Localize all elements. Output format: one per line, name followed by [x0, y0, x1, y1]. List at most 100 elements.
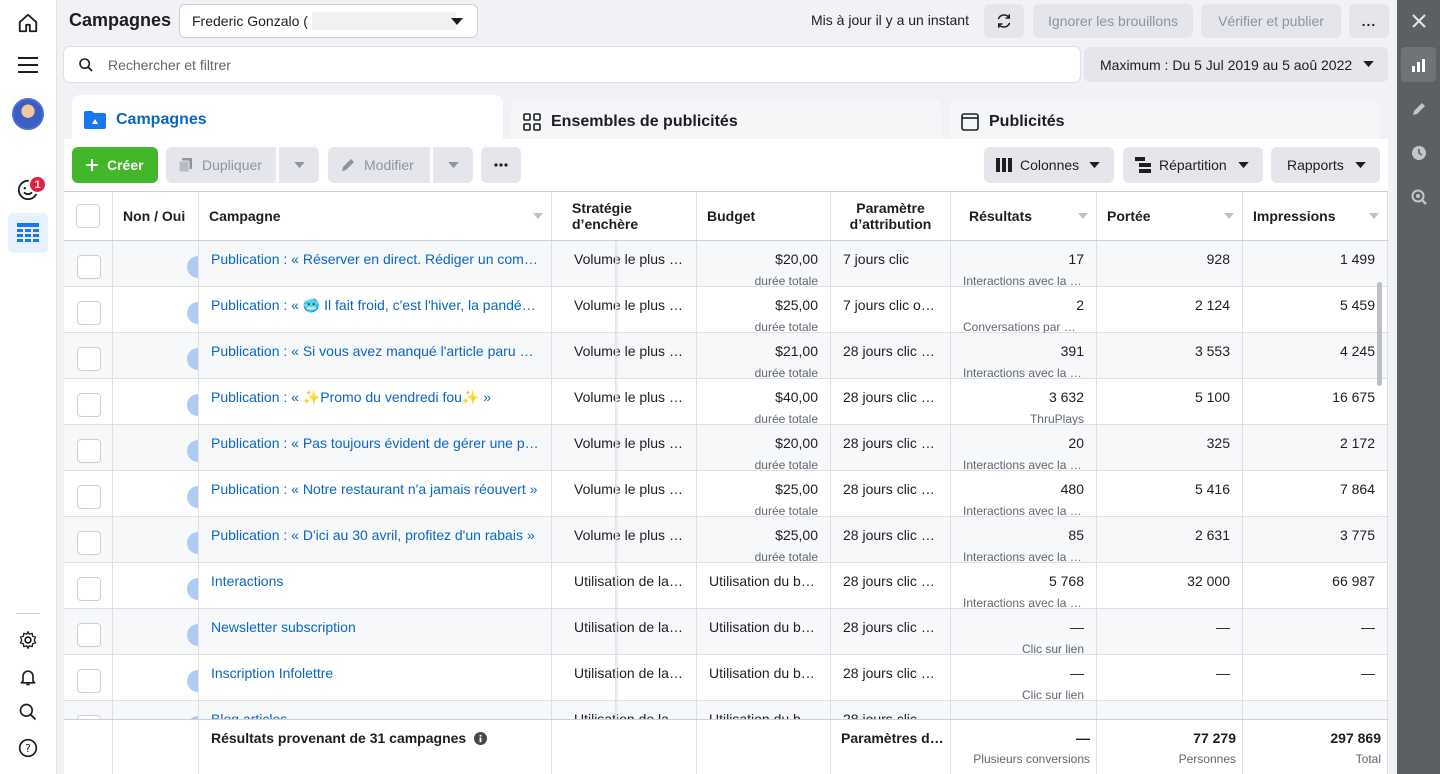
- sort-caret-icon: [1078, 213, 1088, 219]
- table-row[interactable]: Publication : « Notre restaurant n'a jam…: [64, 471, 1388, 517]
- table-scrollbar[interactable]: [1377, 282, 1382, 386]
- table-row[interactable]: Publication : « 🥶 Il fait froid, c'est l…: [64, 287, 1388, 333]
- campaign-name-link-value[interactable]: Publication : « 🥶 Il fait froid, c'est l…: [211, 297, 539, 314]
- campaign-on-off-toggle[interactable]: [187, 394, 198, 416]
- campaign-on-off-toggle[interactable]: [187, 578, 198, 600]
- review-publish-button[interactable]: Vérifier et publier: [1201, 4, 1341, 38]
- campaign-on-off-toggle[interactable]: [187, 440, 198, 462]
- search-input[interactable]: Rechercher et filtrer: [108, 57, 231, 73]
- impressions-cell: 5 459: [1243, 287, 1388, 333]
- campaign-name-link-value[interactable]: Publication : « ✨Promo du vendredi fou✨ …: [211, 389, 539, 406]
- table-row[interactable]: Publication : « Réserver en direct. Rédi…: [64, 241, 1388, 287]
- row-checkbox[interactable]: [77, 255, 101, 279]
- svg-text:?: ?: [25, 742, 31, 755]
- table-row[interactable]: Interactions Utilisation de la stratégie U…: [64, 563, 1388, 609]
- edit-dropdown-button[interactable]: [433, 147, 473, 183]
- home-icon[interactable]: [8, 3, 48, 43]
- duplicate-button[interactable]: Dupliquer: [166, 147, 276, 183]
- account-selector[interactable]: Frederic Gonzalo (: [179, 4, 478, 38]
- column-header-attribution[interactable]: Paramètre d’attribution: [831, 192, 951, 240]
- table-row[interactable]: Newsletter subscription Utilisation de la…: [64, 609, 1388, 655]
- campaign-on-off-toggle[interactable]: [187, 348, 198, 370]
- row-checkbox[interactable]: [77, 393, 101, 417]
- breakdown-icon: [1135, 157, 1151, 173]
- campaign-on-off-toggle[interactable]: [187, 624, 198, 646]
- campaign-on-off-toggle[interactable]: [187, 302, 198, 324]
- campaign-on-off-toggle[interactable]: [187, 486, 198, 508]
- column-header-results-label: Résultats: [969, 208, 1033, 224]
- column-header-impressions[interactable]: Impressions: [1243, 192, 1388, 240]
- column-header-campaign[interactable]: Campagne: [199, 192, 552, 240]
- duplicate-dropdown-button[interactable]: [279, 147, 319, 183]
- row-checkbox[interactable]: [77, 347, 101, 371]
- search-icon[interactable]: [8, 692, 48, 732]
- help-icon[interactable]: ?: [8, 728, 48, 768]
- close-icon[interactable]: [1401, 3, 1436, 38]
- select-all-checkbox[interactable]: [76, 204, 100, 228]
- table-row[interactable]: Publication : « ✨Promo du vendredi fou✨ …: [64, 379, 1388, 425]
- table-row[interactable]: Publication : « Si vous avez manqué l'ar…: [64, 333, 1388, 379]
- gear-icon[interactable]: [8, 620, 48, 660]
- bar-chart-icon[interactable]: [1401, 47, 1436, 82]
- campaign-name-link-value[interactable]: Newsletter subscription: [211, 619, 539, 635]
- ads-manager-table-icon[interactable]: [8, 213, 48, 253]
- table-row[interactable]: Publication : « D'ici au 30 avril, profi…: [64, 517, 1388, 563]
- results-cell: 5 768 Interactions avec la publication: [951, 563, 1097, 609]
- pencil-icon[interactable]: [1401, 91, 1436, 126]
- breakdown-button[interactable]: Répartition: [1123, 147, 1263, 183]
- column-header-reach[interactable]: Portée: [1097, 192, 1243, 240]
- top-header: Campagnes Frederic Gonzalo ( Mis à jour …: [57, 0, 1397, 42]
- menu-icon[interactable]: [8, 45, 48, 85]
- campaign-name-link-value[interactable]: Inscription Infolettre: [211, 665, 539, 681]
- column-header-results[interactable]: Résultats: [951, 192, 1097, 240]
- edit-button[interactable]: Modifier: [328, 147, 430, 183]
- campaign-name-link-value[interactable]: Interactions: [211, 573, 539, 589]
- row-checkbox[interactable]: [77, 577, 101, 601]
- campaign-name-link-value[interactable]: Publication : « Réserver en direct. Rédi…: [211, 251, 539, 267]
- row-checkbox[interactable]: [77, 531, 101, 555]
- campaign-name-link-value[interactable]: Publication : « Notre restaurant n'a jam…: [211, 481, 539, 497]
- date-range-picker[interactable]: Maximum : Du 5 Jul 2019 au 5 aoû 2022: [1084, 47, 1388, 82]
- bell-icon[interactable]: [8, 657, 48, 697]
- row-checkbox[interactable]: [77, 485, 101, 509]
- campaign-name-link-value[interactable]: Publication : « Pas toujours évident de …: [211, 435, 539, 451]
- inspect-search-icon[interactable]: [1401, 179, 1436, 214]
- budget-cell-subtext: durée totale: [754, 458, 818, 471]
- column-header-onoff[interactable]: Non / Oui: [113, 192, 199, 240]
- column-header-budget[interactable]: Budget: [697, 192, 831, 240]
- reach-cell: 2 124: [1097, 287, 1243, 333]
- bid-strategy-cell-value: Volume le plus élevé: [574, 481, 684, 497]
- row-checkbox[interactable]: [77, 669, 101, 693]
- results-cell-value: 391: [1060, 343, 1084, 359]
- info-icon[interactable]: [474, 732, 488, 745]
- campaign-on-off-toggle[interactable]: [187, 256, 198, 278]
- campaign-name-link-value[interactable]: Publication : « Si vous avez manqué l'ar…: [211, 343, 539, 359]
- column-header-bid-strategy[interactable]: Stratégie d’enchère: [562, 192, 697, 240]
- more-options-button[interactable]: ...: [1349, 4, 1389, 38]
- toolbar-more-button[interactable]: [481, 147, 521, 183]
- clock-icon[interactable]: [1401, 135, 1436, 170]
- nav-divider: [16, 613, 40, 614]
- campaign-on-off-toggle[interactable]: [187, 670, 198, 692]
- discard-drafts-button[interactable]: Ignorer les brouillons: [1033, 4, 1193, 38]
- budget-cell: Utilisation du budget: [697, 655, 831, 701]
- campaign-on-off-toggle[interactable]: [187, 532, 198, 554]
- results-cell-subtext: Interactions avec la publication: [963, 550, 1084, 563]
- row-checkbox[interactable]: [77, 439, 101, 463]
- budget-cell-value: $25,00: [775, 481, 818, 497]
- create-button[interactable]: Créer: [72, 147, 158, 183]
- table-row[interactable]: Inscription Infolettre Utilisation de la …: [64, 655, 1388, 701]
- tab-campaigns-label: Campagnes: [116, 111, 207, 128]
- row-checkbox[interactable]: [77, 301, 101, 325]
- notification-badge: 1: [28, 175, 47, 194]
- tab-campaigns[interactable]: Campagnes: [72, 95, 503, 145]
- avatar[interactable]: [12, 98, 44, 130]
- table-row[interactable]: Publication : « Pas toujours évident de …: [64, 425, 1388, 471]
- row-checkbox[interactable]: [77, 623, 101, 647]
- refresh-button[interactable]: [984, 4, 1024, 38]
- columns-button[interactable]: Colonnes: [984, 147, 1114, 183]
- reports-button[interactable]: Rapports: [1271, 147, 1380, 183]
- row-select-cell: [64, 655, 113, 701]
- search-filter-bar[interactable]: Rechercher et filtrer: [64, 47, 1080, 82]
- campaign-name-link-value[interactable]: Publication : « D'ici au 30 avril, profi…: [211, 527, 539, 543]
